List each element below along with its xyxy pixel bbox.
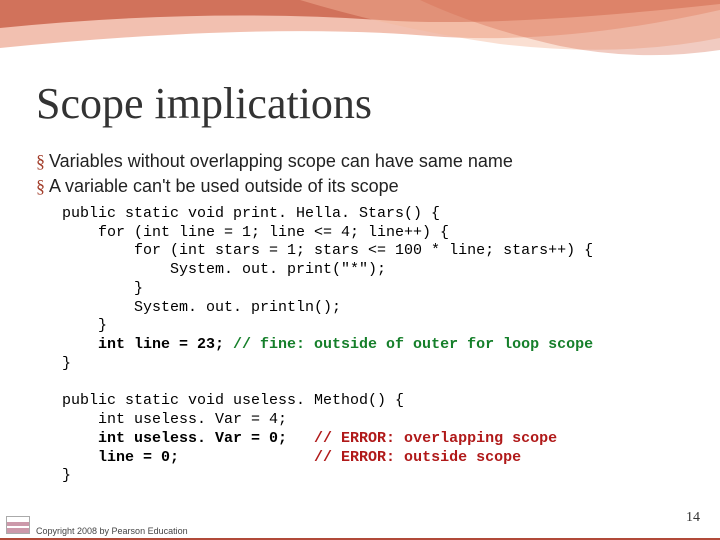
code-comment: // ERROR: overlapping scope — [314, 430, 557, 447]
slide: Scope implications § Variables without o… — [0, 0, 720, 540]
code-line: int useless. Var = 4; — [62, 411, 287, 428]
code-line: public static void print. Hella. Stars()… — [62, 205, 440, 222]
code-line: } — [62, 467, 71, 484]
bullet-item: § Variables without overlapping scope ca… — [36, 150, 690, 173]
slide-title: Scope implications — [36, 78, 372, 129]
bullet-text: A variable can't be used outside of its … — [49, 175, 399, 198]
decorative-ribbon — [0, 0, 720, 70]
code-line: System. out. println(); — [62, 299, 341, 316]
code-line: public static void useless. Method() { — [62, 392, 404, 409]
code-line: for (int stars = 1; stars <= 100 * line;… — [62, 242, 593, 259]
code-line: int useless. Var = 0; — [62, 430, 314, 447]
bullet-item: § A variable can't be used outside of it… — [36, 175, 690, 198]
copyright-footer: Copyright 2008 by Pearson Education — [36, 526, 188, 536]
code-line: System. out. print("*"); — [62, 261, 386, 278]
logo-icon — [6, 516, 30, 534]
code-comment: // fine: outside of outer for loop scope — [233, 336, 593, 353]
code-line: } — [62, 280, 143, 297]
page-number: 14 — [686, 510, 700, 526]
slide-body: § Variables without overlapping scope ca… — [36, 150, 690, 486]
bullet-glyph-icon: § — [36, 150, 45, 173]
bullet-glyph-icon: § — [36, 175, 45, 198]
code-line: } — [62, 317, 107, 334]
code-line: for (int line = 1; line <= 4; line++) { — [62, 224, 449, 241]
code-line: int line = 23; — [62, 336, 233, 353]
bullet-text: Variables without overlapping scope can … — [49, 150, 513, 173]
code-line: } — [62, 355, 71, 372]
code-block: public static void print. Hella. Stars()… — [62, 205, 690, 486]
code-line: line = 0; — [62, 449, 314, 466]
code-comment: // ERROR: outside scope — [314, 449, 521, 466]
